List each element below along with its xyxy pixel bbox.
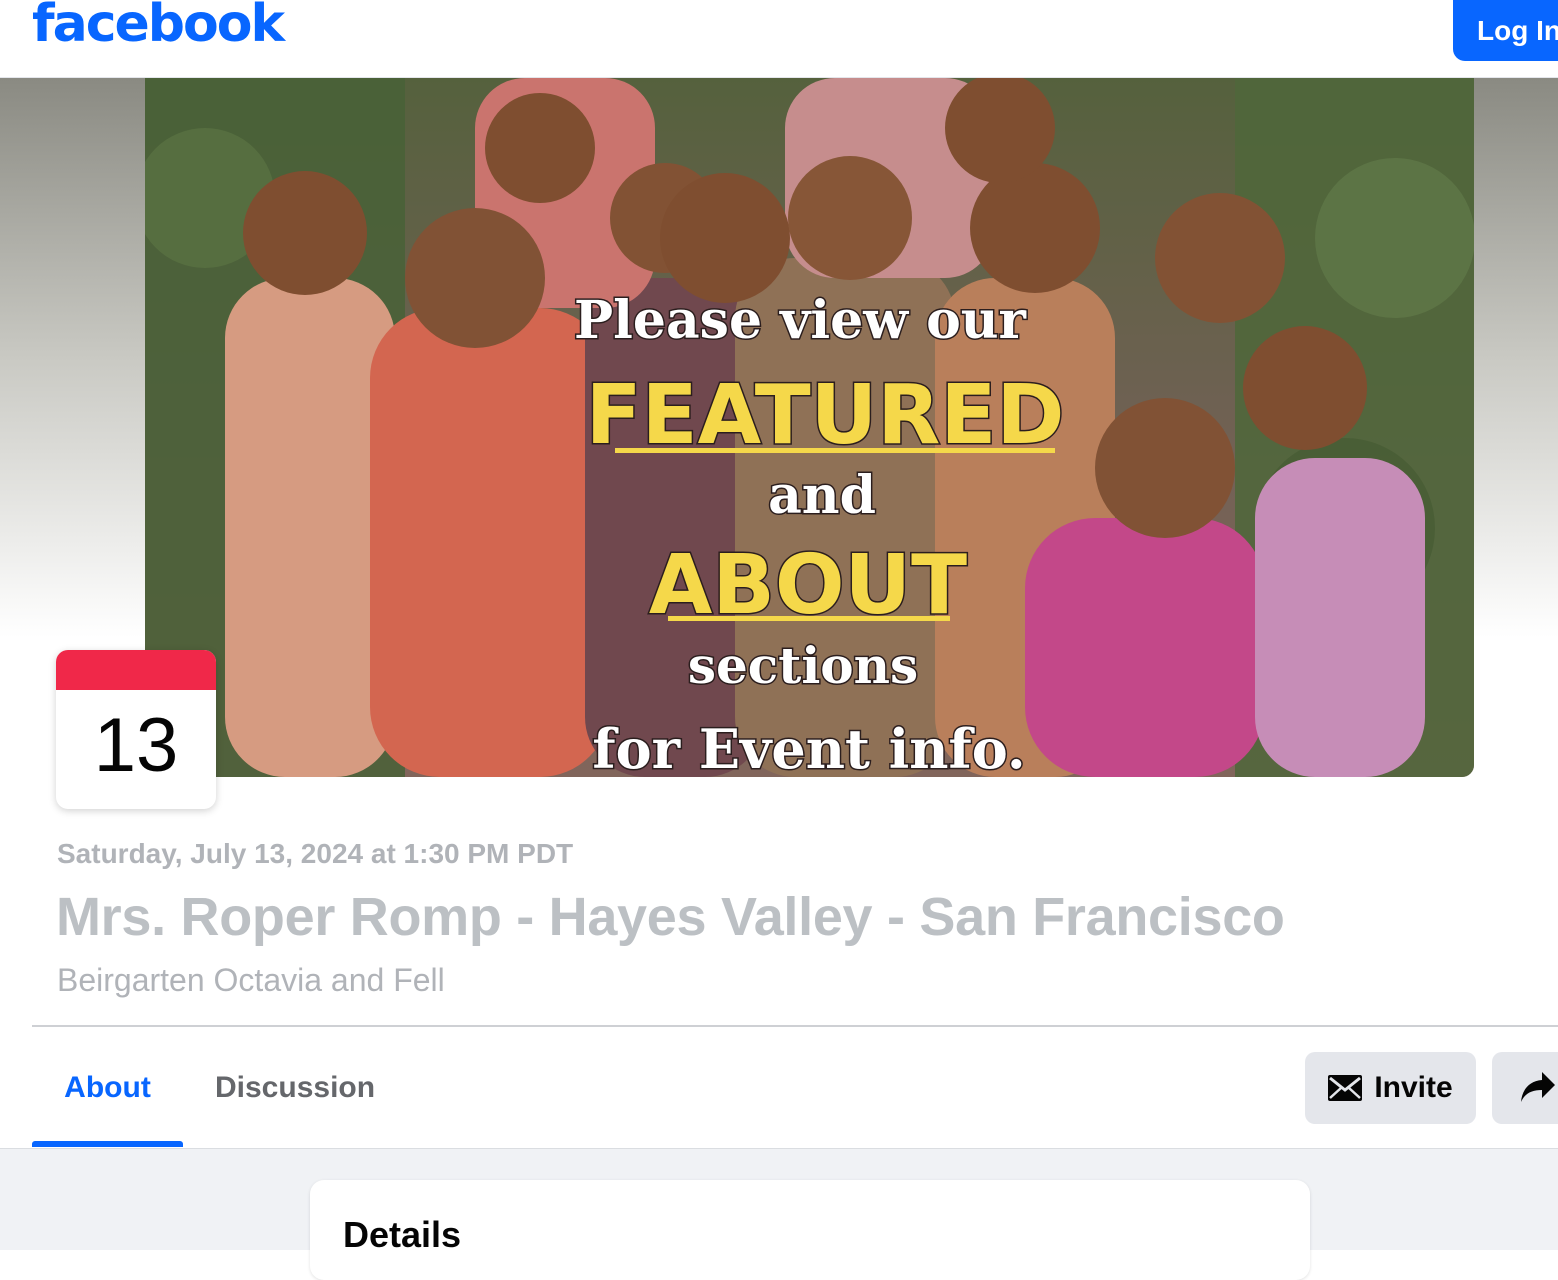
tab-about[interactable]: About (32, 1050, 183, 1126)
calendar-date-badge: 13 (56, 650, 216, 809)
active-tab-indicator (32, 1141, 183, 1147)
details-card: Details (310, 1180, 1310, 1280)
cover-photo[interactable]: Please view our FEATURED and ABOUT secti… (145, 78, 1474, 777)
cover-text-line1: Please view our (574, 290, 1027, 351)
cover-text-line6: for Event info. (592, 717, 1025, 777)
share-arrow-icon (1521, 1072, 1555, 1102)
event-date-time: Saturday, July 13, 2024 at 1:30 PM PDT (57, 838, 574, 869)
top-bar: facebook Log In (0, 0, 1558, 78)
event-location[interactable]: Beirgarten Octavia and Fell (57, 962, 445, 999)
facebook-logo[interactable]: facebook (32, 0, 285, 56)
invite-button[interactable]: Invite (1305, 1052, 1476, 1124)
calendar-day-number: 13 (93, 703, 179, 788)
section-divider (32, 1025, 1558, 1027)
envelope-icon (1328, 1075, 1363, 1101)
details-heading: Details (343, 1214, 462, 1255)
tab-discussion[interactable]: Discussion (215, 1050, 375, 1126)
share-button[interactable] (1492, 1052, 1558, 1124)
cover-text-line3: and (768, 465, 876, 526)
event-title: Mrs. Roper Romp - Hayes Valley - San Fra… (56, 887, 1285, 947)
invite-label: Invite (1374, 1071, 1453, 1104)
cover-text-line5: sections (688, 636, 918, 695)
calendar-header-strip (56, 650, 216, 690)
login-button[interactable]: Log In (1453, 0, 1558, 61)
